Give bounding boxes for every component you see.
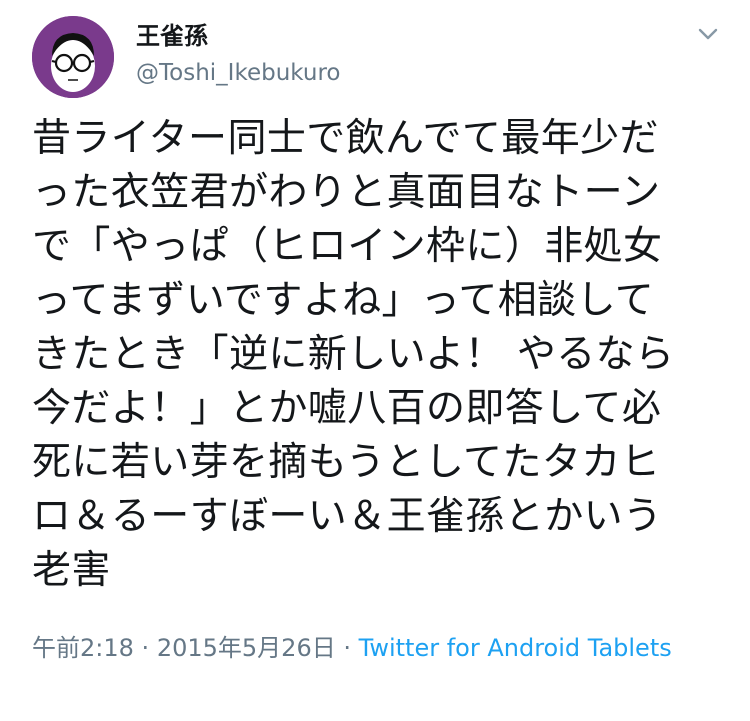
tweet-time[interactable]: 午前2:18 xyxy=(32,634,134,662)
chevron-down-icon[interactable] xyxy=(694,22,722,46)
avatar[interactable] xyxy=(32,16,114,98)
glasses-face-icon xyxy=(32,16,114,98)
tweet-metadata: 午前2:18 · 2015年5月26日 · Twitter for Androi… xyxy=(32,630,732,666)
tweet-source-link[interactable]: Twitter for Android Tablets xyxy=(359,634,672,662)
user-handle[interactable]: @Toshi_Ikebukuro xyxy=(136,58,340,88)
meta-separator: · xyxy=(141,634,150,662)
meta-separator: · xyxy=(343,634,351,662)
display-name[interactable]: 王雀孫 xyxy=(136,20,208,52)
tweet-card: 王雀孫 @Toshi_Ikebukuro 昔ライター同士で飲んでて最年少だ った… xyxy=(0,0,750,721)
tweet-text: 昔ライター同士で飲んでて最年少だ った衣笠君がわりと真面目なトーン で「やっぱ（… xyxy=(32,116,675,593)
tweet-date[interactable]: 2015年5月26日 xyxy=(157,634,336,662)
